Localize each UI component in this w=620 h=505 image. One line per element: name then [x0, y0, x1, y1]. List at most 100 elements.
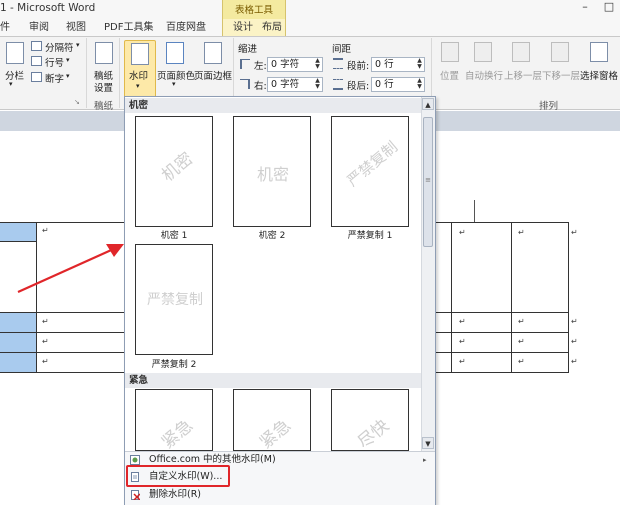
indent-left-label: 左:	[254, 61, 267, 72]
watermark-preview-text: 机密	[256, 165, 289, 184]
page-borders-icon	[204, 42, 222, 64]
columns-dropdown-icon: ▾	[9, 80, 13, 88]
indent-right-spinner-icon[interactable]: ▲ ▼	[313, 78, 322, 91]
bring-forward-icon	[512, 42, 530, 62]
indent-left-spinner-icon[interactable]: ▲ ▼	[313, 58, 322, 71]
watermark-dropdown-icon: ▾	[136, 82, 140, 90]
page-color-icon	[166, 42, 184, 64]
bring-forward-button[interactable]: 上移一层	[504, 68, 542, 82]
watermark-option-no-copy-1[interactable]: 严禁复制	[331, 116, 409, 227]
paragraph-mark: ↵	[459, 357, 466, 366]
menu-item-label: 删除水印(R)	[149, 489, 202, 500]
watermark-option-no-copy-2[interactable]: 严禁复制	[135, 244, 213, 355]
selection-pane-icon	[590, 42, 608, 62]
table-cell-selected[interactable]	[0, 352, 37, 373]
columns-button[interactable]: 分栏	[5, 68, 24, 82]
paragraph-mark: ↵	[571, 357, 578, 366]
watermark-preview-text: 尽快	[354, 415, 394, 451]
table-cell[interactable]	[36, 312, 126, 333]
paragraph-mark: ↵	[518, 228, 525, 237]
tab-file[interactable]: 件	[0, 19, 10, 36]
table-cell-selected[interactable]	[0, 312, 37, 333]
tab-review[interactable]: 审阅	[29, 19, 49, 36]
spacing-before-spinner-icon[interactable]: ▲ ▼	[415, 58, 424, 71]
paragraph-mark: ↵	[571, 337, 578, 346]
submenu-arrow-icon: ▸	[423, 456, 427, 464]
spacing-label: 间距	[332, 44, 352, 55]
watermark-option-asap-1[interactable]: 尽快	[331, 389, 409, 451]
table-cell-selected[interactable]	[0, 332, 37, 353]
watermark-preview-text: 紧急	[256, 415, 296, 451]
breaks-icon	[31, 41, 42, 51]
indent-left-icon	[240, 59, 250, 69]
paragraph-mark: ↵	[459, 317, 466, 326]
menu-remove-watermark[interactable]: 删除水印(R)	[125, 487, 433, 503]
indent-label: 缩进	[238, 44, 258, 55]
ribbon-tab-strip	[0, 19, 620, 36]
watermark-option-urgent-1[interactable]: 紧急	[135, 389, 213, 451]
office-online-icon	[130, 455, 140, 465]
page-setup-launcher-icon[interactable]: ↘	[74, 98, 80, 106]
selection-pane-button[interactable]: 选择窗格	[580, 68, 618, 82]
table-cell[interactable]	[36, 352, 126, 373]
draft-paper-icon	[95, 42, 113, 64]
position-icon	[441, 42, 459, 62]
send-backward-icon	[551, 42, 569, 62]
scroll-up-arrow-icon[interactable]: ▲	[422, 98, 434, 110]
watermark-preview-text: 严禁复制	[147, 292, 203, 308]
watermark-option-confidential-2[interactable]: 机密	[233, 116, 311, 227]
category-header-urgent: 紧急	[125, 373, 421, 388]
tab-layout[interactable]: 布局	[262, 19, 282, 36]
minimize-button[interactable]: –	[578, 0, 592, 16]
ribbon-separator	[86, 38, 87, 108]
tab-baidu[interactable]: 百度网盘	[166, 19, 206, 36]
table-tools-label: 表格工具	[234, 5, 273, 16]
watermark-option-confidential-1[interactable]: 机密	[135, 116, 213, 227]
scroll-down-arrow-icon[interactable]: ▼	[422, 437, 434, 449]
paragraph-mark: ↵	[42, 317, 49, 326]
spacing-after-label: 段后:	[347, 81, 370, 92]
breaks-dropdown-icon: ▾	[76, 41, 80, 49]
watermark-option-label: 严禁复制 1	[347, 231, 393, 241]
breaks-button[interactable]: 分隔符	[45, 40, 74, 54]
line-numbers-dropdown-icon: ▾	[66, 56, 70, 64]
position-button[interactable]: 位置	[440, 68, 459, 82]
spacing-after-spinner-icon[interactable]: ▲ ▼	[415, 78, 424, 91]
table-cell[interactable]	[435, 352, 452, 373]
table-cell[interactable]	[435, 312, 452, 333]
draft-group-label: 稿纸	[94, 101, 114, 112]
line-numbers-icon	[31, 56, 42, 66]
watermark-option-urgent-2[interactable]: 紧急	[233, 389, 311, 451]
scroll-grip-icon: ≡	[425, 176, 431, 184]
table-cell[interactable]	[36, 332, 126, 353]
paragraph-mark: ↵	[571, 317, 578, 326]
table-cell[interactable]	[435, 332, 452, 353]
paragraph-mark: ↵	[42, 337, 49, 346]
tab-design[interactable]: 设计	[233, 19, 253, 36]
arrange-group-label: 排列	[539, 101, 559, 112]
columns-icon	[6, 42, 24, 64]
window-title: 1 - Microsoft Word	[0, 2, 96, 14]
page-borders-button[interactable]: 页面边框	[194, 68, 232, 82]
hyphenation-button[interactable]: 断字	[45, 71, 64, 85]
send-backward-button[interactable]: 下移一层	[542, 68, 580, 82]
annotation-highlight-box	[126, 465, 230, 487]
line-numbers-button[interactable]: 行号	[45, 55, 64, 69]
hyphenation-icon	[31, 72, 42, 82]
tab-pdf-tools[interactable]: PDF工具集	[104, 19, 153, 36]
watermark-preview-text: 严禁复制	[343, 137, 402, 191]
table-cell[interactable]	[435, 222, 452, 313]
spacing-before-icon	[333, 58, 343, 69]
watermark-label: 水印	[129, 71, 149, 82]
wrap-text-button[interactable]: 自动换行	[465, 68, 503, 82]
watermark-option-label: 机密 1	[160, 231, 188, 241]
maximize-button[interactable]: □	[602, 0, 616, 16]
category-header-confidential: 机密	[125, 98, 421, 113]
remove-watermark-icon	[131, 490, 140, 500]
watermark-option-label: 机密 2	[258, 231, 286, 241]
tab-view[interactable]: 视图	[66, 19, 86, 36]
page-color-button[interactable]: 页面颜色	[157, 68, 195, 82]
ribbon-separator	[119, 38, 120, 108]
text-cursor-line	[474, 200, 475, 222]
watermark-icon	[131, 43, 149, 65]
